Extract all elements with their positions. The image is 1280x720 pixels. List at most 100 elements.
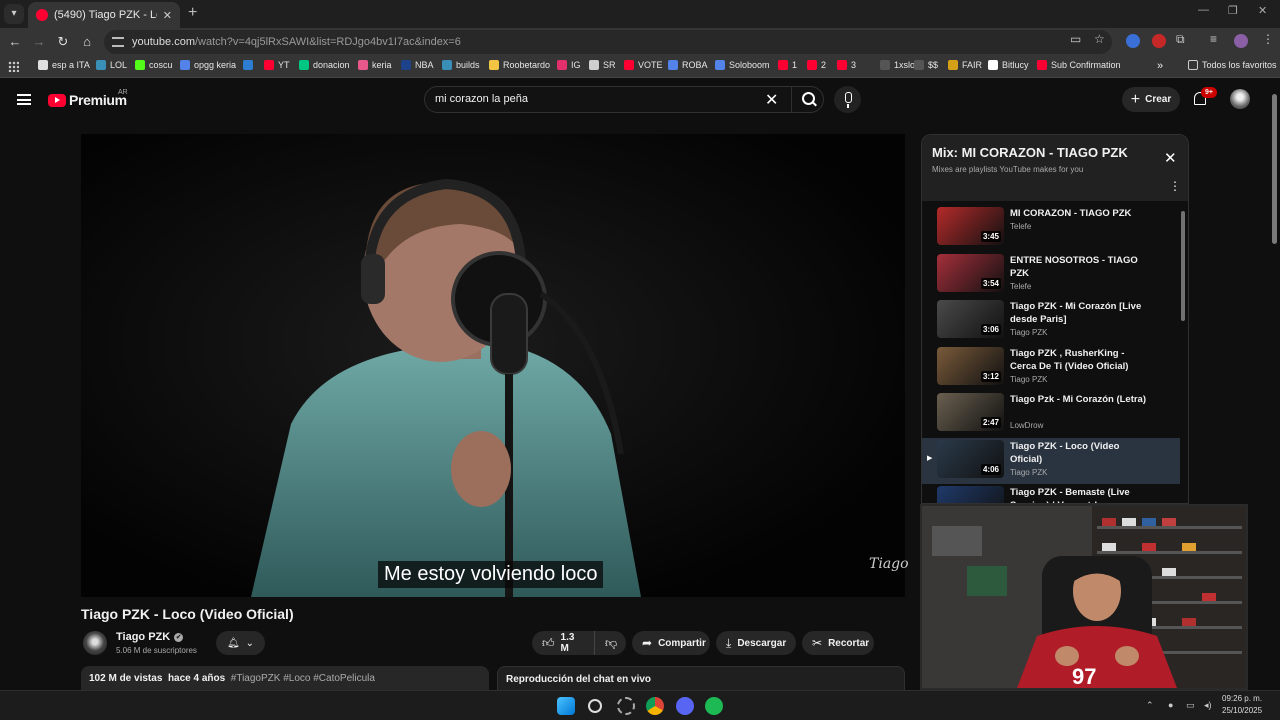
spotify-icon[interactable] (705, 697, 723, 715)
obs-icon[interactable] (617, 697, 635, 715)
bookmark-item[interactable]: 1 (778, 60, 797, 70)
channel-avatar[interactable] (83, 631, 107, 655)
bookmark-item[interactable]: coscu (135, 60, 173, 70)
channel-name[interactable]: Tiago PZK ✔ (116, 631, 184, 643)
dislike-button[interactable]: 👎︎ (594, 631, 626, 655)
bookmark-item[interactable]: Soloboom (715, 60, 770, 70)
bookmark-item[interactable]: YT (264, 60, 290, 70)
youtube-premium-logo[interactable]: Premium (48, 92, 127, 108)
browser-tab-active[interactable]: (5490) Tiago PZK - Loco (Video ✕ (28, 2, 180, 28)
clip-button[interactable]: ✂ Recortar (802, 631, 874, 655)
bookmark-item[interactable]: Roobetardo (489, 60, 550, 70)
apps-grid-icon[interactable] (8, 61, 19, 72)
create-button[interactable]: + Crear (1122, 87, 1180, 112)
chrome-icon[interactable] (646, 697, 664, 715)
playlist-thumbnail[interactable]: 3:12 (937, 346, 1004, 385)
cast-icon[interactable]: ▭ (1070, 32, 1081, 46)
profile-avatar[interactable] (1234, 34, 1248, 48)
bookmark-item[interactable]: SR (589, 60, 616, 70)
bookmark-item[interactable]: keria (358, 60, 392, 70)
guide-menu-icon[interactable] (17, 94, 31, 105)
like-button[interactable]: 👍︎ 1.3 M (532, 631, 594, 655)
home-icon[interactable]: ⌂ (78, 33, 96, 51)
description-box[interactable]: 102 M de vistas hace 4 años #TiagoPZK #L… (81, 666, 489, 690)
extensions-puzzle-icon[interactable]: ⧉ (1176, 32, 1185, 47)
start-windows-icon[interactable] (557, 697, 575, 715)
playlist-thumbnail[interactable]: 2:47 (937, 393, 1004, 431)
site-info-icon[interactable] (112, 37, 124, 47)
bookmark-item[interactable]: FAIR (948, 60, 982, 70)
forward-icon[interactable]: → (30, 33, 48, 51)
search-button[interactable] (791, 87, 825, 112)
playlist-item[interactable]: 3:45 MI CORAZON - TIAGO PZK Telefe (922, 205, 1180, 252)
close-playlist-icon[interactable]: ✕ (1164, 149, 1177, 167)
network-icon[interactable]: ▭ (1186, 700, 1195, 711)
reading-list-icon[interactable]: ≡ (1210, 32, 1217, 46)
discord-icon[interactable] (676, 697, 694, 715)
restore-icon[interactable]: ❐ (1228, 4, 1238, 17)
address-bar[interactable]: youtube.com/watch?v=4qj5lRxSAWI&list=RDJ… (104, 30, 1112, 54)
playlist-thumbnail[interactable]: 3:45 (937, 207, 1004, 245)
playlist-scrollbar[interactable] (1181, 211, 1185, 321)
account-avatar[interactable] (1230, 89, 1250, 109)
playlist-item[interactable]: 3:54 ENTRE NOSOTROS - TIAGO PZK Telefe (922, 252, 1180, 299)
playlist-thumbnail[interactable]: 3:54 (937, 253, 1004, 292)
share-button[interactable]: ➦ Compartir (632, 631, 710, 655)
new-tab-button[interactable]: + (188, 4, 197, 22)
tray-chevron-icon[interactable]: ⌃ (1146, 700, 1154, 711)
playlist-thumbnail[interactable]: 3:06 (937, 300, 1004, 338)
mic-tray-icon[interactable]: ● (1168, 700, 1173, 710)
playlist-thumbnail[interactable]: 4:06 (937, 439, 1004, 478)
bookmark-item[interactable]: VOTE (624, 60, 663, 70)
download-button[interactable]: ⤓ Descargar (716, 631, 796, 655)
bookmark-item[interactable]: Bitlucy (988, 60, 1029, 70)
playlist-thumbnail[interactable] (937, 486, 1004, 503)
bookmark-item[interactable] (243, 60, 257, 70)
bookmark-item[interactable]: esp a ITA (38, 60, 90, 70)
bookmark-item[interactable]: builds (442, 60, 480, 70)
subscription-bell-button[interactable]: 🔔︎ ⌄ (216, 631, 265, 655)
url-text: youtube.com/watch?v=4qj5lRxSAWI&list=RDJ… (132, 36, 461, 48)
extension-icon[interactable] (1126, 34, 1140, 48)
extension-icon[interactable] (1152, 34, 1166, 48)
volume-icon[interactable]: ◂) (1204, 700, 1212, 711)
search-input[interactable] (435, 93, 755, 105)
bookmark-item[interactable]: 3 (837, 60, 856, 70)
hashtags[interactable]: #TiagoPZK #Loco #CatoPelicula (231, 673, 375, 684)
minimize-icon[interactable]: — (1198, 4, 1209, 16)
bookmark-item[interactable]: opgg keria (180, 60, 236, 70)
clear-search-icon[interactable]: ✕ (765, 90, 778, 110)
back-icon[interactable]: ← (6, 33, 24, 51)
bookmark-item[interactable]: IG (557, 60, 581, 70)
playlist-item[interactable]: 3:06 Tiago PZK - Mi Corazón [Live desde P… (922, 298, 1180, 345)
playlist-more-icon[interactable]: ⋮ (1169, 179, 1181, 193)
close-window-icon[interactable]: ✕ (1258, 4, 1267, 17)
reload-icon[interactable]: ↻ (54, 33, 72, 51)
browser-menu-icon[interactable]: ⋮ (1262, 32, 1274, 46)
playlist-header: Mix: MI CORAZON - TIAGO PZK Mixes are pl… (922, 135, 1188, 201)
bookmark-item[interactable]: NBA (401, 60, 434, 70)
close-tab-icon[interactable]: ✕ (163, 9, 172, 22)
more-bookmarks-chevron-icon[interactable]: » (1157, 60, 1163, 72)
playlist-item[interactable]: ▶ 4:06 Tiago PZK - Loco (Video Oficial) Tia… (922, 437, 1180, 484)
bookmark-item[interactable]: donacion (299, 60, 350, 70)
page-scrollbar[interactable] (1272, 94, 1277, 244)
clock[interactable]: 09:26 p. m. 25/10/2025 (1222, 693, 1262, 717)
bookmark-item[interactable]: 1xslot (880, 60, 918, 70)
all-bookmarks-folder[interactable]: Todos los favoritos (1188, 60, 1277, 70)
chat-replay-panel[interactable]: Reproducción del chat en vivo (497, 666, 905, 690)
playlist-item[interactable]: Tiago PZK - Bemaste (Live Session) | Vev… (922, 484, 1180, 503)
tab-search-button[interactable]: ▾ (4, 4, 24, 24)
bookmark-item[interactable]: Sub Confirmation (1037, 60, 1121, 70)
video-player[interactable] (81, 134, 905, 597)
bookmark-item[interactable]: $$ (914, 60, 938, 70)
playlist-item[interactable]: 3:12 Tiago PZK , RusherKing - Cerca De Ti… (922, 345, 1180, 392)
bookmark-item[interactable]: LOL (96, 60, 127, 70)
bookmark-star-icon[interactable]: ☆ (1094, 32, 1105, 46)
playlist-item[interactable]: 2:47 Tiago Pzk - Mi Corazón (Letra) LowDro… (922, 391, 1180, 438)
voice-search-mic-icon[interactable] (834, 86, 861, 113)
bookmark-item[interactable]: 2 (807, 60, 826, 70)
bookmark-item[interactable]: ROBA (668, 60, 708, 70)
subscriber-count: 5.06 M de suscriptores (116, 646, 197, 655)
search-icon[interactable] (588, 699, 602, 713)
